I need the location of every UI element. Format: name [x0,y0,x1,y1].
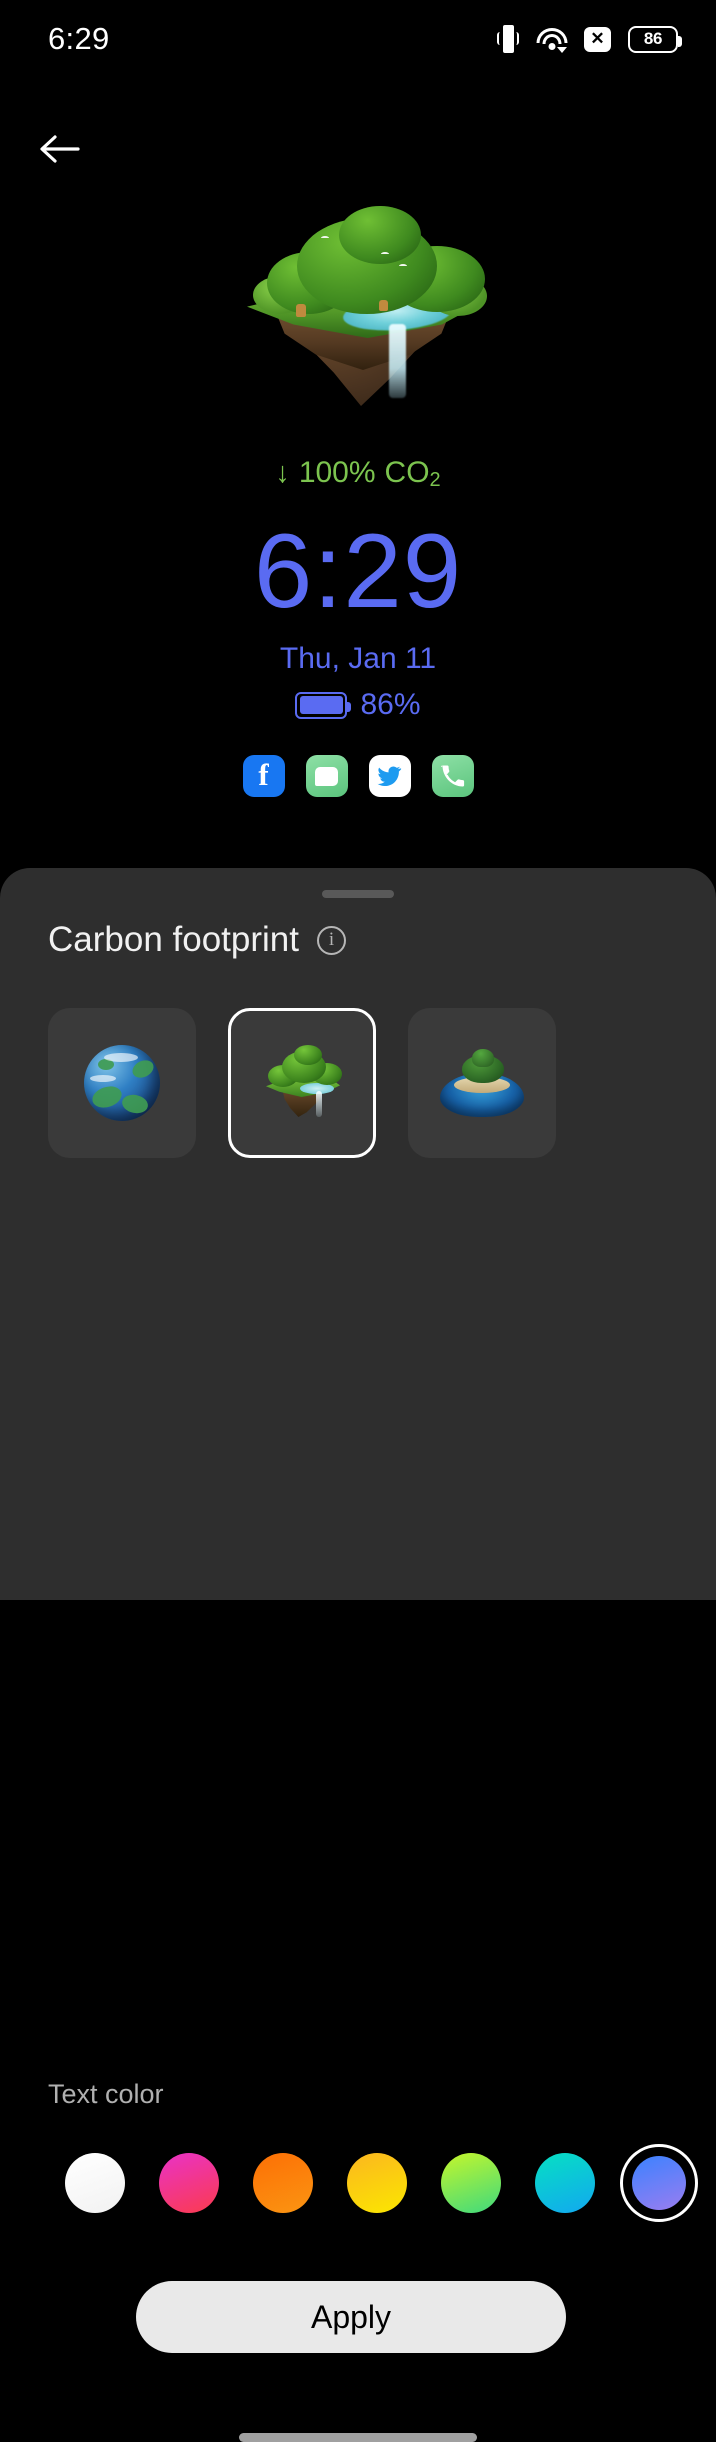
swatch-fill [159,2153,219,2213]
down-arrow-icon: ↓ [275,456,290,489]
swatch-fill [441,2153,501,2213]
co2-unit: CO2 [384,456,441,491]
gesture-navigation-bar[interactable] [239,2433,477,2442]
carbon-footprint-sheet: Carbon footprint i Text color Apply [0,868,716,2442]
phone-shortcut[interactable] [431,755,474,797]
color-swatch-amber-yellow[interactable] [330,2135,424,2231]
color-swatch-cyan-blue[interactable] [518,2135,612,2231]
text-color-label: Text color [48,2079,164,2109]
lockscreen-battery: 86% [0,688,716,722]
wallpaper-thumb-earth-globe[interactable] [48,1008,196,1158]
battery-full-icon [295,691,352,719]
messages-shortcut[interactable] [305,755,348,797]
earth-globe-icon [74,1043,170,1123]
lockscreen-battery-text: 86% [360,688,421,721]
swatch-fill [632,2156,686,2210]
sheet-header: Carbon footprint i [48,920,346,960]
swatch-fill [347,2153,407,2213]
swatch-fill [65,2153,125,2213]
water-island-icon [434,1043,530,1123]
color-swatch-blue-purple[interactable] [612,2135,706,2231]
floating-island-wallpaper-image [193,200,523,425]
wallpaper-thumbnail-list [48,1008,556,1158]
sheet-title: Carbon footprint [48,920,299,959]
lockscreen-preview: ↓ 100% CO2 6:29 Thu, Jan 11 86% f [0,0,716,870]
swatch-fill [253,2153,313,2213]
color-swatch-white[interactable] [48,2135,142,2231]
apply-button[interactable]: Apply [136,2281,566,2353]
facebook-icon: f [258,757,269,792]
twitter-shortcut[interactable] [368,755,411,797]
facebook-shortcut[interactable]: f [242,755,285,797]
color-swatch-lime-green[interactable] [424,2135,518,2231]
twitter-bird-icon [377,766,402,786]
wallpaper-thumb-water-island[interactable] [408,1008,556,1158]
co2-indicator: ↓ 100% CO2 [0,456,716,491]
swatch-fill [535,2153,595,2213]
sheet-drag-handle[interactable] [322,890,394,898]
lockscreen-date: Thu, Jan 11 [279,642,437,675]
lockscreen-clock: 6:29 [253,513,463,630]
co2-value: 100% [298,456,376,489]
phone-handset-icon [440,765,464,787]
color-swatch-orange[interactable] [236,2135,330,2231]
message-bubble-icon [315,766,338,786]
text-color-swatch-list [0,2135,716,2231]
floating-island-icon [254,1043,350,1123]
lockscreen-shortcuts: f [0,755,716,797]
color-swatch-pink-red[interactable] [142,2135,236,2231]
wallpaper-thumb-floating-island[interactable] [228,1008,376,1158]
info-icon[interactable]: i [316,925,346,955]
